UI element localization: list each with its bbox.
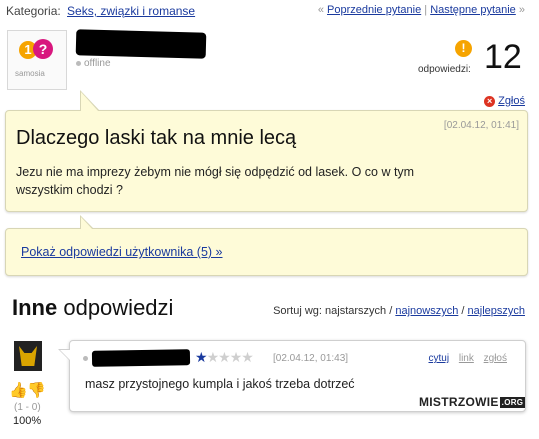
- user-answers-box: Pokaż odpowiedzi użytkownika (5) »: [5, 215, 528, 276]
- category-line: Kategoria: Seks, związki i romanse: [6, 4, 195, 18]
- heading-rest: odpowiedzi: [57, 295, 174, 320]
- answer-text: masz przystojnego kumpla i jakoś trzeba …: [85, 377, 355, 391]
- nav-separator: |: [424, 4, 428, 16]
- asker-status: offline: [76, 58, 111, 69]
- sort-newest[interactable]: najnowszych: [395, 305, 458, 317]
- star-empty-icon[interactable]: ★: [207, 349, 220, 365]
- answer-date: [02.04.12, 01:43]: [273, 353, 349, 364]
- permalink[interactable]: link: [459, 353, 474, 364]
- thumb-up-icon[interactable]: 👍: [9, 381, 28, 399]
- answers-icon: !: [455, 40, 472, 57]
- sort-separator: /: [461, 305, 465, 317]
- answers-count: 12: [484, 38, 522, 76]
- sort-options: Sortuj wg: najstarszych / najnowszych / …: [273, 305, 525, 317]
- star-empty-icon[interactable]: ★: [241, 349, 254, 365]
- quote-link[interactable]: cytuj: [429, 353, 450, 364]
- samosia-logo-icon: 1 ?: [19, 39, 53, 65]
- watermark-text: MISTRZOWIE: [419, 395, 499, 409]
- show-user-answers-link[interactable]: Pokaż odpowiedzi użytkownika (5) »: [21, 245, 223, 259]
- rating-stars: ★★★★★: [195, 349, 254, 366]
- question-date: [02.04.12, 01:41]: [443, 120, 519, 131]
- status-text: offline: [84, 58, 111, 69]
- vote-count: (1 - 0): [14, 402, 41, 413]
- thumb-down-icon[interactable]: 👎: [27, 381, 46, 399]
- heading-bold: Inne: [12, 295, 58, 320]
- answer-actions: cytuj link zgłoś: [422, 353, 508, 364]
- question-body: Jezu nie ma imprezy żebym nie mógł się o…: [16, 165, 415, 197]
- question-nav: « Poprzednie pytanie | Następne pytanie …: [318, 4, 525, 16]
- watermark-suffix: .ORG: [499, 397, 526, 409]
- prev-question-link[interactable]: Poprzednie pytanie: [327, 4, 421, 16]
- next-arrow: »: [518, 4, 525, 16]
- question-title: Dlaczego laski tak na mnie lecą: [16, 127, 297, 149]
- report-icon: ×: [484, 95, 496, 107]
- category-label: Kategoria:: [6, 4, 61, 18]
- logo-text: samosia: [15, 69, 45, 78]
- redacted-username: [75, 29, 207, 59]
- vote-percent: 100%: [13, 415, 42, 427]
- status-dot-icon: [76, 60, 81, 66]
- report-link[interactable]: × Zgłoś: [484, 95, 525, 107]
- prev-arrow: «: [317, 4, 324, 16]
- question-box: Dlaczego laski tak na mnie lecą [02.04.1…: [5, 90, 528, 212]
- answerer-status-dot-icon: [83, 356, 88, 361]
- asker-avatar[interactable]: 1 ? samosia: [7, 30, 67, 90]
- sort-best[interactable]: najlepszych: [468, 305, 525, 317]
- redacted-answerer-name: [91, 349, 191, 367]
- next-question-link[interactable]: Następne pytanie: [430, 4, 516, 16]
- report-answer-link[interactable]: zgłoś: [484, 353, 507, 364]
- category-link[interactable]: Seks, związki i romanse: [67, 4, 195, 18]
- star-filled-icon[interactable]: ★: [195, 349, 208, 365]
- star-empty-icon[interactable]: ★: [218, 349, 231, 365]
- sort-label: Sortuj wg: najstarszych /: [273, 305, 393, 317]
- report-label[interactable]: Zgłoś: [498, 95, 525, 107]
- watermark: MISTRZOWIE .ORG: [419, 395, 526, 409]
- answerer-avatar[interactable]: [14, 341, 42, 371]
- star-empty-icon[interactable]: ★: [230, 349, 243, 365]
- answers-count-label: odpowiedzi:: [418, 64, 471, 75]
- other-answers-heading: Inne odpowiedzi: [12, 295, 173, 321]
